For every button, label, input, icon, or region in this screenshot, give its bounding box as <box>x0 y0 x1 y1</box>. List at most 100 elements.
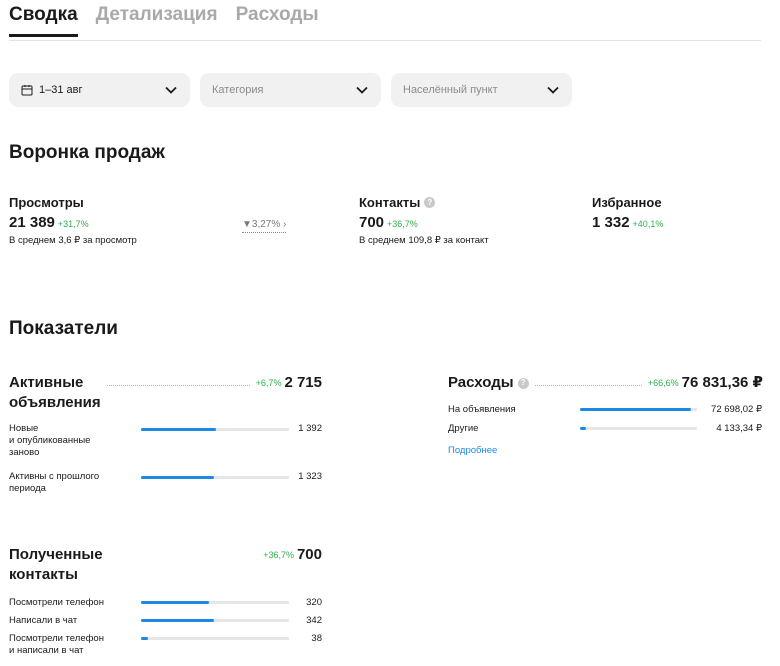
contacts-delta: +36,7% <box>387 219 418 229</box>
expenses-title-line: Расходы ? <box>448 373 529 393</box>
progress-fill <box>141 428 217 431</box>
label-line: и написали в чат <box>9 645 84 656</box>
progress-bar <box>141 619 289 622</box>
label-line: Активны с прошлого <box>9 471 100 482</box>
row-value: 4 133,34 ₽ <box>716 423 762 434</box>
row-value: 38 <box>311 633 322 644</box>
conversion-link[interactable]: ▼3,27% › <box>242 219 287 233</box>
chevron-down-icon <box>546 83 560 97</box>
contacts-title-line2: контакты <box>9 566 78 583</box>
calendar-icon <box>21 85 33 96</box>
conversion-value: 3,27% <box>251 219 281 230</box>
views-value-line: 21 389 +31,7% <box>9 214 137 231</box>
contacts-title-line: Контакты ? <box>359 195 489 210</box>
chevron-down-icon <box>355 83 369 97</box>
contacts-value-line: 700 +36,7% <box>359 214 489 231</box>
progress-bar <box>141 637 289 640</box>
contacts-row: Посмотрели телефон и написали в чат <box>9 633 104 657</box>
city-placeholder: Населённый пункт <box>403 84 498 96</box>
date-range-select[interactable]: 1–31 авг <box>9 73 190 107</box>
progress-bar <box>580 408 697 411</box>
contacts-row-label: Посмотрели телефон <box>9 597 104 608</box>
tab-bar: Сводка Детализация Расходы <box>9 4 319 37</box>
expenses-row-label: На объявления <box>448 404 516 415</box>
contacts-row: Написали в чат <box>9 615 77 627</box>
progress-fill <box>141 637 149 640</box>
favorites-block: Избранное 1 332 +40,1% <box>592 195 663 231</box>
label-line: периода <box>9 483 46 494</box>
active-ads-delta: +6,7% <box>255 378 282 388</box>
progress-bar <box>580 427 697 430</box>
expenses-row: Другие <box>448 423 478 435</box>
category-placeholder: Категория <box>212 84 264 96</box>
contacts-title: Контакты <box>359 195 421 210</box>
favorites-value: 1 332 <box>592 214 630 231</box>
filter-bar: 1–31 авг Категория Населённый пункт <box>9 73 572 107</box>
progress-bar <box>141 476 289 479</box>
label-line: Посмотрели телефон <box>9 633 104 644</box>
tab-summary[interactable]: Сводка <box>9 4 78 37</box>
active-ads-row-label: Новые и опубликованные заново <box>9 423 90 459</box>
row-value: 72 698,02 ₽ <box>711 404 762 415</box>
favorites-delta: +40,1% <box>632 219 664 229</box>
tab-expenses[interactable]: Расходы <box>236 4 319 37</box>
city-select[interactable]: Населённый пункт <box>391 73 572 107</box>
tab-details[interactable]: Детализация <box>96 4 218 37</box>
contacts-title-line1: Полученные <box>9 546 103 563</box>
views-delta: +31,7% <box>57 219 89 229</box>
contacts-row-label: Посмотрели телефон и написали в чат <box>9 633 104 657</box>
contacts-metric-header: Полученные контакты +36,7% 700 <box>9 545 322 585</box>
metrics-title: Показатели <box>9 318 118 339</box>
funnel-title: Воронка продаж <box>9 142 165 163</box>
active-ads-title-line2: объявления <box>9 394 101 411</box>
label-line: Новые <box>9 423 39 434</box>
expenses-row: На объявления <box>448 404 516 416</box>
row-value: 1 392 <box>298 423 322 434</box>
row-value: 1 323 <box>298 471 322 482</box>
views-block: Просмотры 21 389 +31,7% В среднем 3,6 ₽ з… <box>9 195 137 246</box>
expenses-title: Расходы <box>448 374 514 391</box>
row-value: 342 <box>306 615 322 626</box>
active-ads-row: Активны с прошлого периода <box>9 471 134 495</box>
active-ads-title: Активные объявления <box>9 373 101 413</box>
contacts-block: Контакты ? 700 +36,7% В среднем 109,8 ₽ з… <box>359 195 489 246</box>
help-icon[interactable]: ? <box>517 377 529 389</box>
expenses-value: 76 831,36 ₽ <box>681 374 763 391</box>
expenses-header: Расходы ? +66,6% 76 831,36 ₽ <box>448 373 763 393</box>
tabs-divider <box>9 40 761 41</box>
progress-fill <box>580 408 692 411</box>
active-ads-row: Новые и опубликованные заново <box>9 423 134 459</box>
dotted-leader <box>106 373 250 386</box>
chevron-right-icon: › <box>283 219 287 230</box>
progress-bar <box>141 428 289 431</box>
category-select[interactable]: Категория <box>200 73 381 107</box>
expenses-row-label: Другие <box>448 423 479 434</box>
more-link[interactable]: Подробнее <box>448 445 497 456</box>
progress-fill <box>580 427 586 430</box>
contacts-metric-title: Полученные контакты <box>9 545 103 585</box>
active-ads-row-label: Активны с прошлого периода <box>9 471 99 495</box>
date-range-value: 1–31 авг <box>39 84 83 96</box>
contacts-metric-value: 700 <box>296 546 322 563</box>
help-icon[interactable]: ? <box>424 197 436 208</box>
contacts-sub: В среднем 109,8 ₽ за контакт <box>359 235 489 246</box>
dotted-leader <box>534 373 642 386</box>
views-title: Просмотры <box>9 195 84 210</box>
views-sub: В среднем 3,6 ₽ за просмотр <box>9 235 137 246</box>
views-value: 21 389 <box>9 214 55 231</box>
row-value: 320 <box>306 597 322 608</box>
contacts-row: Посмотрели телефон <box>9 597 104 609</box>
chevron-down-icon <box>164 83 178 97</box>
favorites-value-line: 1 332 +40,1% <box>592 214 663 231</box>
progress-fill <box>141 619 214 622</box>
active-ads-title-line1: Активные <box>9 374 84 391</box>
contacts-row-label: Написали в чат <box>9 615 78 626</box>
funnel-icon: ▼ <box>242 219 252 230</box>
progress-fill <box>141 601 210 604</box>
expenses-delta: +66,6% <box>647 378 679 388</box>
progress-bar <box>141 601 289 604</box>
progress-fill <box>141 476 214 479</box>
contacts-metric-delta: +36,7% <box>263 550 294 560</box>
label-line: заново <box>9 447 40 458</box>
favorites-title: Избранное <box>592 195 662 210</box>
